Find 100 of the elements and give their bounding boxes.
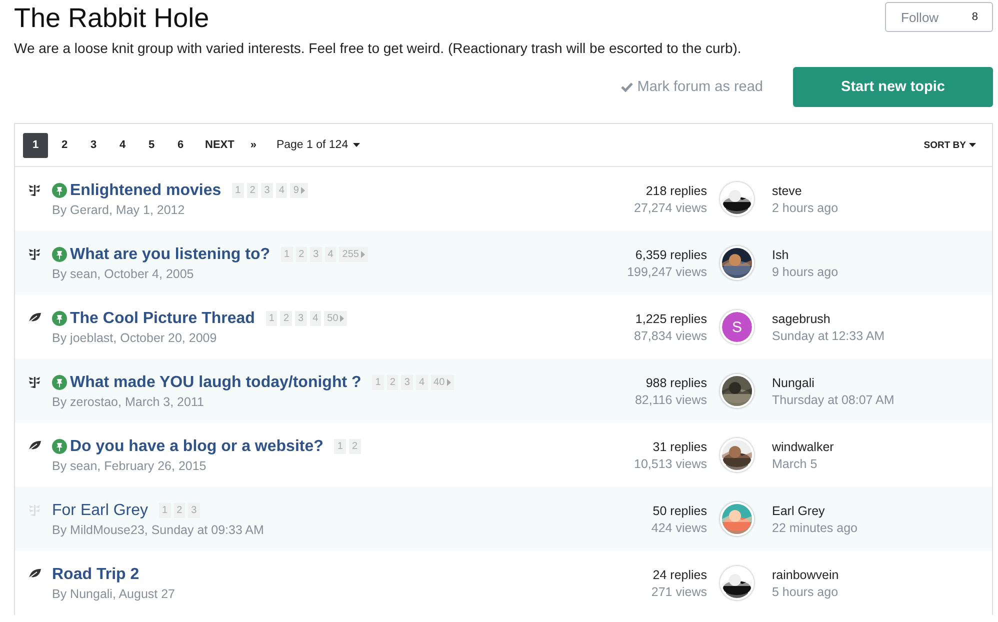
leaf-icon — [28, 568, 42, 579]
topic-page-link[interactable]: 255 — [339, 247, 368, 262]
topic-page-link[interactable]: 1 — [266, 311, 278, 326]
last-poster-link[interactable]: steve — [772, 184, 992, 198]
view-count: 82,116 views — [634, 392, 707, 406]
follow-count: 8 — [972, 11, 978, 23]
last-post-time: Thursday at 08:07 AM — [772, 392, 896, 406]
start-topic-button[interactable]: Start new topic — [793, 67, 993, 107]
next-link[interactable]: NEXT — [197, 139, 242, 151]
sort-dropdown[interactable]: SORT BY — [924, 140, 984, 150]
topic-title-link[interactable]: Do you have a blog or a website? — [70, 438, 324, 456]
topic-page-link[interactable]: 3 — [188, 503, 200, 518]
last-poster-link[interactable]: windwalker — [772, 440, 992, 454]
page-link[interactable]: 4 — [110, 132, 135, 158]
view-count: 424 views — [650, 520, 707, 534]
pin-icon — [52, 375, 67, 390]
triangle-icon — [360, 251, 365, 258]
view-count: 10,513 views — [633, 456, 707, 470]
caret-icon — [353, 143, 360, 147]
reply-count: 1,225 replies — [634, 312, 707, 326]
avatar[interactable]: S — [722, 312, 752, 342]
view-count: 271 views — [650, 584, 707, 598]
sprig-icon — [28, 248, 41, 261]
leaf-icon — [28, 440, 42, 451]
topic-page-link[interactable]: 4 — [416, 375, 428, 390]
topic-page-link[interactable]: 50 — [324, 311, 348, 326]
mark-read-link[interactable]: Mark forum as read — [621, 79, 763, 95]
leaf-icon — [28, 312, 42, 323]
view-count: 87,834 views — [633, 328, 707, 342]
last-post-time: 5 hours ago — [772, 584, 840, 598]
triangle-icon — [300, 187, 305, 194]
caret-icon — [969, 143, 976, 147]
pin-icon — [52, 439, 67, 454]
forum-description: We are a loose knit group with varied interests. Feel free to get weird. (Reactionary trash will be escorted to the curb). — [14, 40, 742, 56]
sprig-icon — [28, 376, 41, 389]
topic-title-link[interactable]: What made YOU laugh today/tonight ? — [70, 374, 362, 392]
topic-page-link[interactable]: 4 — [310, 311, 322, 326]
page-link[interactable]: 2 — [52, 132, 77, 158]
topic-page-link[interactable]: 1 — [334, 439, 346, 454]
last-poster-link[interactable]: Earl Grey — [772, 504, 992, 518]
topic-byline: By sean, February 26, 2015 — [52, 458, 208, 472]
reply-count: 31 replies — [652, 440, 707, 454]
topic-page-link[interactable]: 4 — [324, 247, 336, 262]
topic-page-link[interactable]: 9 — [290, 183, 308, 198]
topic-page-link[interactable]: 1 — [281, 247, 293, 262]
last-poster-link[interactable]: Nungali — [772, 376, 992, 390]
topic-page-link[interactable]: 3 — [310, 247, 322, 262]
page-link[interactable]: 3 — [81, 132, 106, 158]
topic-byline: By MildMouse23, Sunday at 09:33 AM — [52, 522, 265, 536]
topic-page-link[interactable]: 3 — [295, 311, 307, 326]
topic-page-link[interactable]: 1 — [232, 183, 244, 198]
pin-icon — [52, 311, 67, 326]
view-count: 27,274 views — [633, 200, 707, 214]
triangle-icon — [340, 315, 344, 322]
last-post-time: March 5 — [772, 456, 818, 470]
topic-page-link[interactable]: 2 — [296, 247, 308, 262]
reply-count: 6,359 replies — [634, 248, 707, 262]
sprig-icon — [28, 184, 41, 197]
topic-page-link[interactable]: 40 — [430, 375, 454, 390]
topic-page-link[interactable]: 3 — [261, 183, 273, 198]
last-poster-link[interactable]: sagebrush — [772, 312, 992, 326]
reply-count: 988 replies — [644, 376, 707, 390]
last-page-link[interactable]: » — [242, 139, 264, 151]
topic-page-link[interactable]: 2 — [348, 439, 361, 454]
reply-count: 218 replies — [644, 184, 707, 198]
topic-page-link[interactable]: 4 — [276, 183, 288, 198]
topic-page-link[interactable]: 2 — [174, 503, 186, 518]
forum-title: The Rabbit Hole — [14, 2, 210, 34]
page-jump-dropdown[interactable]: Page 1 of 124 — [276, 139, 360, 151]
topic-page-link[interactable]: 3 — [401, 375, 413, 390]
last-post-time: 9 hours ago — [772, 264, 840, 278]
reply-count: 50 replies — [652, 504, 707, 518]
last-poster-link[interactable]: rainbowvein — [772, 568, 992, 582]
topic-title-link[interactable]: For Earl Grey — [52, 502, 148, 520]
topic-byline: By sean, October 4, 2005 — [52, 266, 195, 280]
last-post-time: 22 minutes ago — [772, 520, 858, 534]
last-poster-link[interactable]: Ish — [772, 248, 992, 262]
page-link[interactable]: 6 — [168, 132, 193, 158]
topic-title-link[interactable]: What are you listening to? — [70, 246, 270, 264]
topic-title-link[interactable]: The Cool Picture Thread — [70, 310, 255, 328]
triangle-icon — [446, 379, 451, 386]
topic-page-link[interactable]: 2 — [246, 183, 258, 198]
topic-title-link[interactable]: Enlightened movies — [70, 182, 222, 200]
topic-byline: By joeblast, October 20, 2009 — [52, 330, 218, 344]
page-link[interactable]: 1 — [23, 132, 48, 158]
topic-byline: By Gerard, May 1, 2012 — [52, 202, 186, 216]
view-count: 199,247 views — [626, 264, 707, 278]
topic-page-link[interactable]: 1 — [159, 503, 171, 518]
topic-title-link[interactable]: Road Trip 2 — [52, 566, 140, 584]
pin-icon — [52, 183, 67, 198]
reply-count: 24 replies — [652, 568, 707, 582]
topic-page-link[interactable]: 2 — [386, 375, 398, 390]
topic-byline: By Nungali, August 27 — [52, 586, 176, 600]
check-icon — [621, 82, 634, 92]
last-post-time: Sunday at 12:33 AM — [772, 328, 886, 342]
topic-page-link[interactable]: 1 — [372, 375, 384, 390]
pin-icon — [52, 247, 67, 262]
topic-page-link[interactable]: 2 — [280, 311, 292, 326]
page-link[interactable]: 5 — [139, 132, 164, 158]
follow-button[interactable]: Follow 8 — [885, 2, 993, 32]
